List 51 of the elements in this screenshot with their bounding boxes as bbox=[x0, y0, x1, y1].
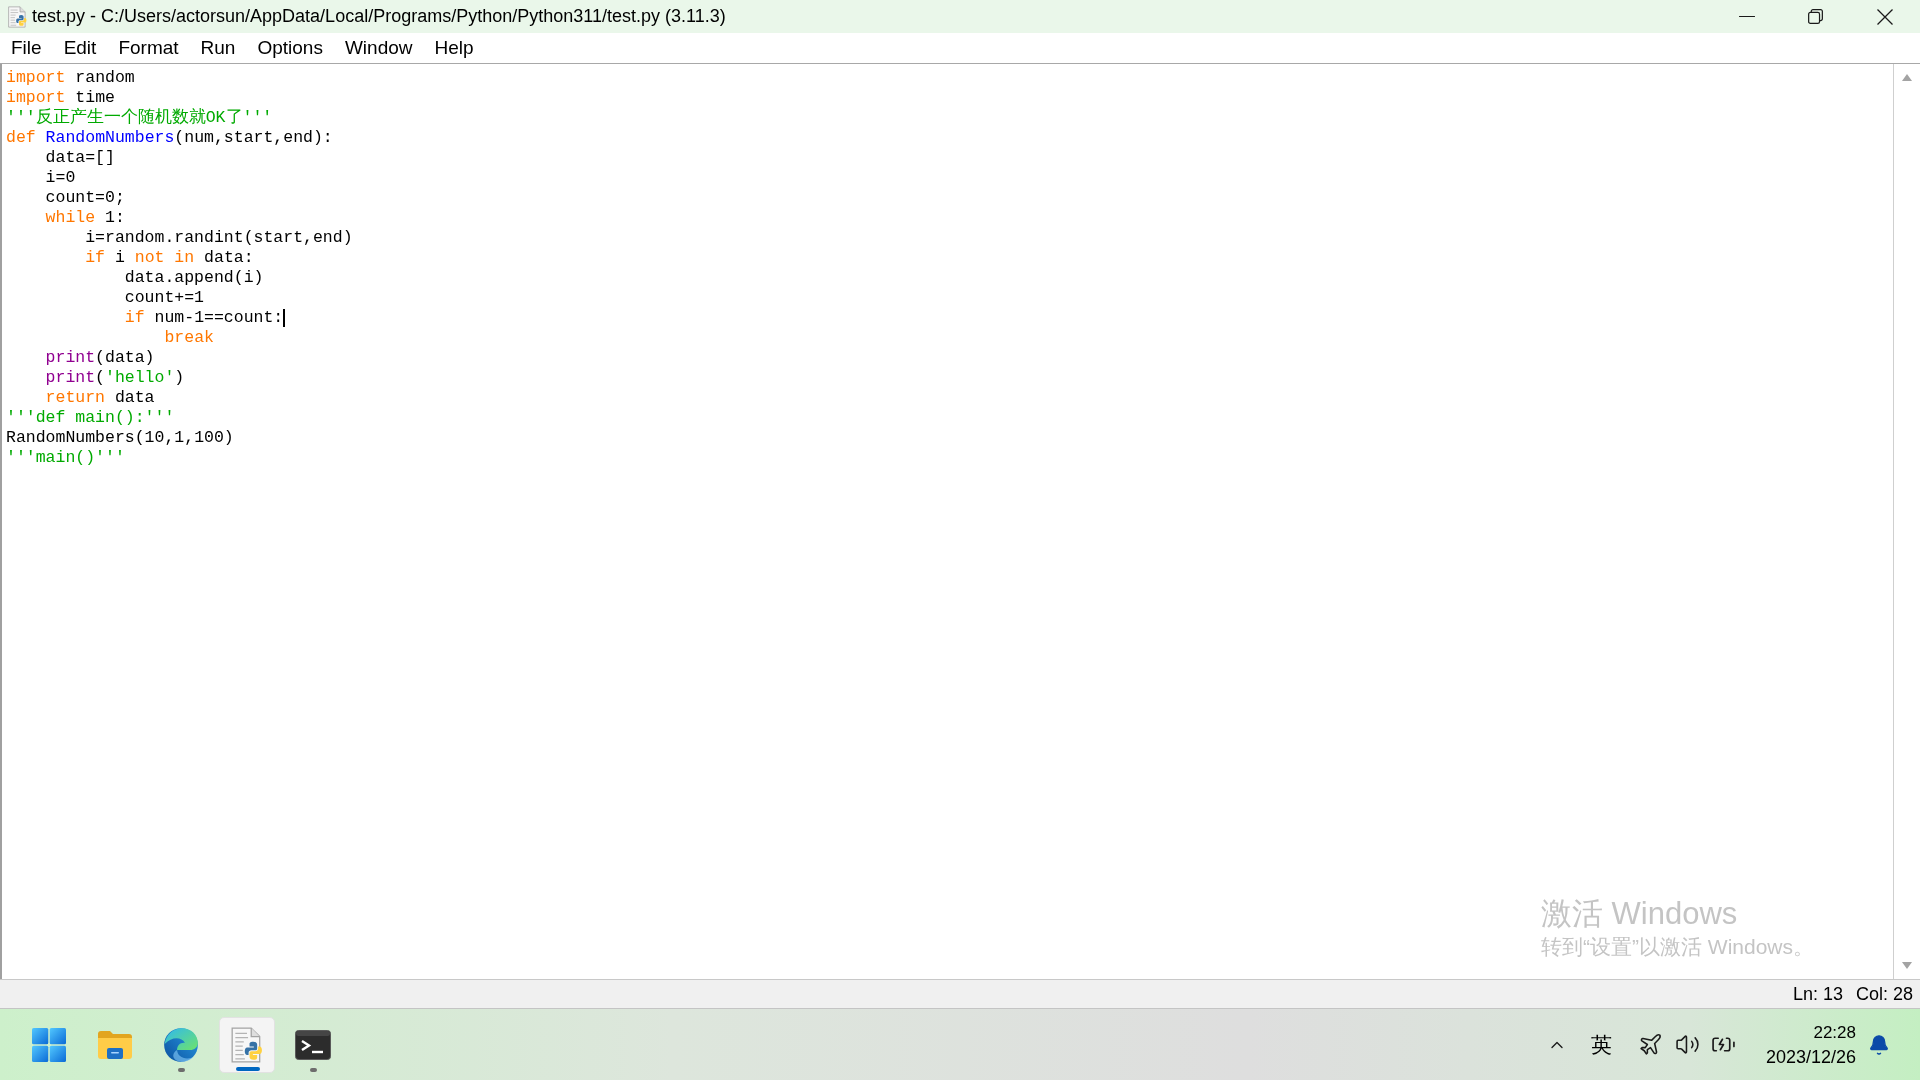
code-line: '''反正产生一个随机数就OK了''' bbox=[6, 108, 273, 128]
window-title: test.py - C:/Users/actorsun/AppData/Local/Programs/Python/Python311/test.py (3.11.3) bbox=[32, 5, 726, 28]
code-line: count=0; bbox=[45, 188, 125, 208]
code-line: RandomNumbers(10,1,100) bbox=[6, 428, 234, 448]
close-icon bbox=[1877, 8, 1893, 25]
menu-item[interactable]: Help bbox=[423, 34, 485, 62]
column-number: Col: 28 bbox=[1855, 982, 1913, 1006]
menu-item[interactable]: File bbox=[0, 34, 53, 62]
code-line: break bbox=[164, 328, 214, 348]
scroll-down-icon[interactable] bbox=[1902, 962, 1912, 969]
clock-time: 22:28 bbox=[1813, 1021, 1856, 1044]
code-line: print('hello') bbox=[45, 368, 185, 388]
code-line: def RandomNumbers(num,start,end): bbox=[6, 128, 333, 148]
wave-logo-icon bbox=[163, 1026, 199, 1063]
code-line: i=random.randint(start,end) bbox=[85, 228, 353, 248]
clock-button[interactable]: 22:28 2023/12/26 bbox=[1765, 1020, 1856, 1069]
code-line: print(data) bbox=[45, 348, 155, 368]
code-line: '''main()''' bbox=[6, 448, 125, 468]
menu-item[interactable]: Options bbox=[246, 34, 334, 62]
code-line: return data bbox=[45, 388, 155, 408]
restore-icon bbox=[1808, 9, 1823, 24]
code-line: import random bbox=[6, 68, 135, 88]
code-line: data=[] bbox=[45, 148, 115, 168]
code-line: i=0 bbox=[45, 168, 76, 188]
terminal-icon bbox=[295, 1029, 331, 1060]
code-line: count+=1 bbox=[124, 288, 205, 308]
activation-message: 转到“设置”以激活 Windows。 bbox=[1541, 934, 1814, 960]
line-number: Ln: 13 bbox=[1792, 982, 1843, 1006]
taskbar-app-button[interactable] bbox=[219, 1016, 275, 1073]
menu-item[interactable]: Run bbox=[189, 34, 247, 62]
menu-item[interactable]: Edit bbox=[52, 34, 108, 62]
code-line: import time bbox=[6, 88, 115, 108]
four-squares-icon bbox=[32, 1027, 66, 1062]
code-line: if i not in data: bbox=[85, 248, 254, 268]
clock-date: 2023/12/26 bbox=[1765, 1045, 1856, 1069]
notification-bell-icon[interactable] bbox=[1868, 1033, 1890, 1056]
folder-icon bbox=[97, 1029, 133, 1060]
speaker-icon[interactable] bbox=[1674, 1032, 1700, 1057]
activation-title: 激活 Windows bbox=[1541, 895, 1739, 933]
code-line: while 1: bbox=[45, 208, 125, 228]
code-line: data.append(i) bbox=[124, 268, 264, 288]
code-line: '''def main():''' bbox=[6, 408, 175, 428]
code-line: if num-1==count: bbox=[124, 308, 284, 328]
airplane-icon[interactable] bbox=[1637, 1032, 1663, 1057]
menu-item[interactable]: Window bbox=[333, 34, 424, 62]
scroll-up-icon[interactable] bbox=[1902, 74, 1912, 81]
document-logo-icon bbox=[231, 1026, 263, 1063]
document-logo-icon bbox=[7, 5, 27, 28]
input-method-button[interactable]: 英 bbox=[1588, 1030, 1614, 1059]
menu-item[interactable]: Format bbox=[107, 34, 190, 62]
minimize-icon bbox=[1738, 15, 1755, 18]
